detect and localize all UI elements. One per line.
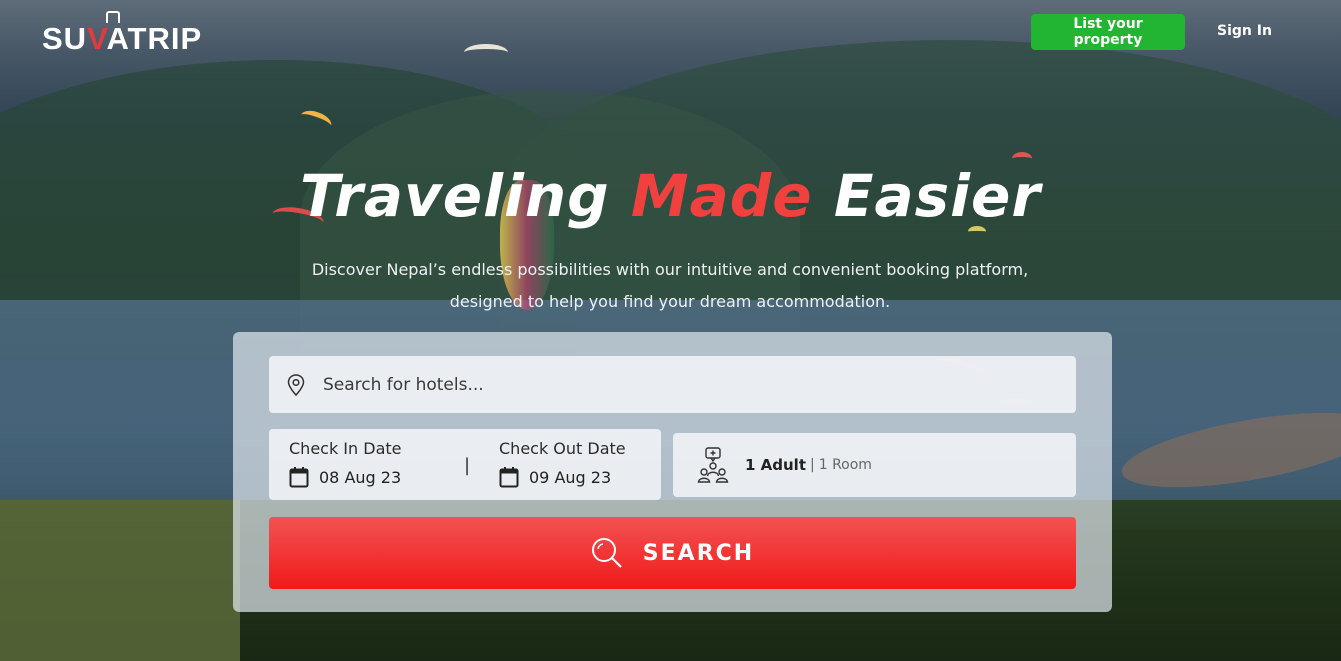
hero-subtitle: Discover Nepal’s endless possibilities w… bbox=[311, 260, 1029, 311]
check-in-field[interactable]: Check In Date 08 Aug 23 bbox=[289, 439, 402, 488]
date-picker[interactable]: Check In Date 08 Aug 23 | Check Out Date bbox=[269, 429, 661, 500]
bag-icon bbox=[106, 11, 120, 23]
guests-icon bbox=[697, 447, 729, 483]
guests-separator: | bbox=[810, 457, 815, 473]
hotel-search-input[interactable] bbox=[321, 373, 1025, 396]
search-icon bbox=[591, 538, 622, 568]
check-out-label: Check Out Date bbox=[499, 439, 626, 458]
hero-title: Traveling Made Easier bbox=[300, 162, 1041, 230]
search-button[interactable]: SEARCH bbox=[269, 517, 1076, 589]
sign-in-link[interactable]: Sign In bbox=[1217, 23, 1272, 39]
check-in-value: 08 Aug 23 bbox=[319, 467, 402, 487]
search-card: Check In Date 08 Aug 23 | Check Out Date bbox=[233, 332, 1112, 612]
date-divider: | bbox=[464, 455, 471, 476]
guests-room: 1 Room bbox=[818, 457, 872, 473]
calendar-icon bbox=[289, 467, 309, 488]
check-out-value: 09 Aug 23 bbox=[529, 467, 612, 487]
list-property-button[interactable]: List your property bbox=[1031, 14, 1185, 50]
logo[interactable]: SUVATRIP bbox=[42, 11, 202, 57]
guests-selector[interactable]: 1 Adult | 1 Room bbox=[673, 433, 1076, 497]
location-pin-icon bbox=[287, 373, 305, 396]
guests-adult: 1 Adult bbox=[745, 456, 806, 474]
calendar-icon bbox=[499, 467, 519, 488]
hotel-search-box[interactable] bbox=[269, 356, 1076, 413]
check-in-label: Check In Date bbox=[289, 439, 402, 458]
check-out-field[interactable]: Check Out Date 09 Aug 23 bbox=[499, 439, 626, 488]
search-button-label: SEARCH bbox=[642, 540, 755, 566]
